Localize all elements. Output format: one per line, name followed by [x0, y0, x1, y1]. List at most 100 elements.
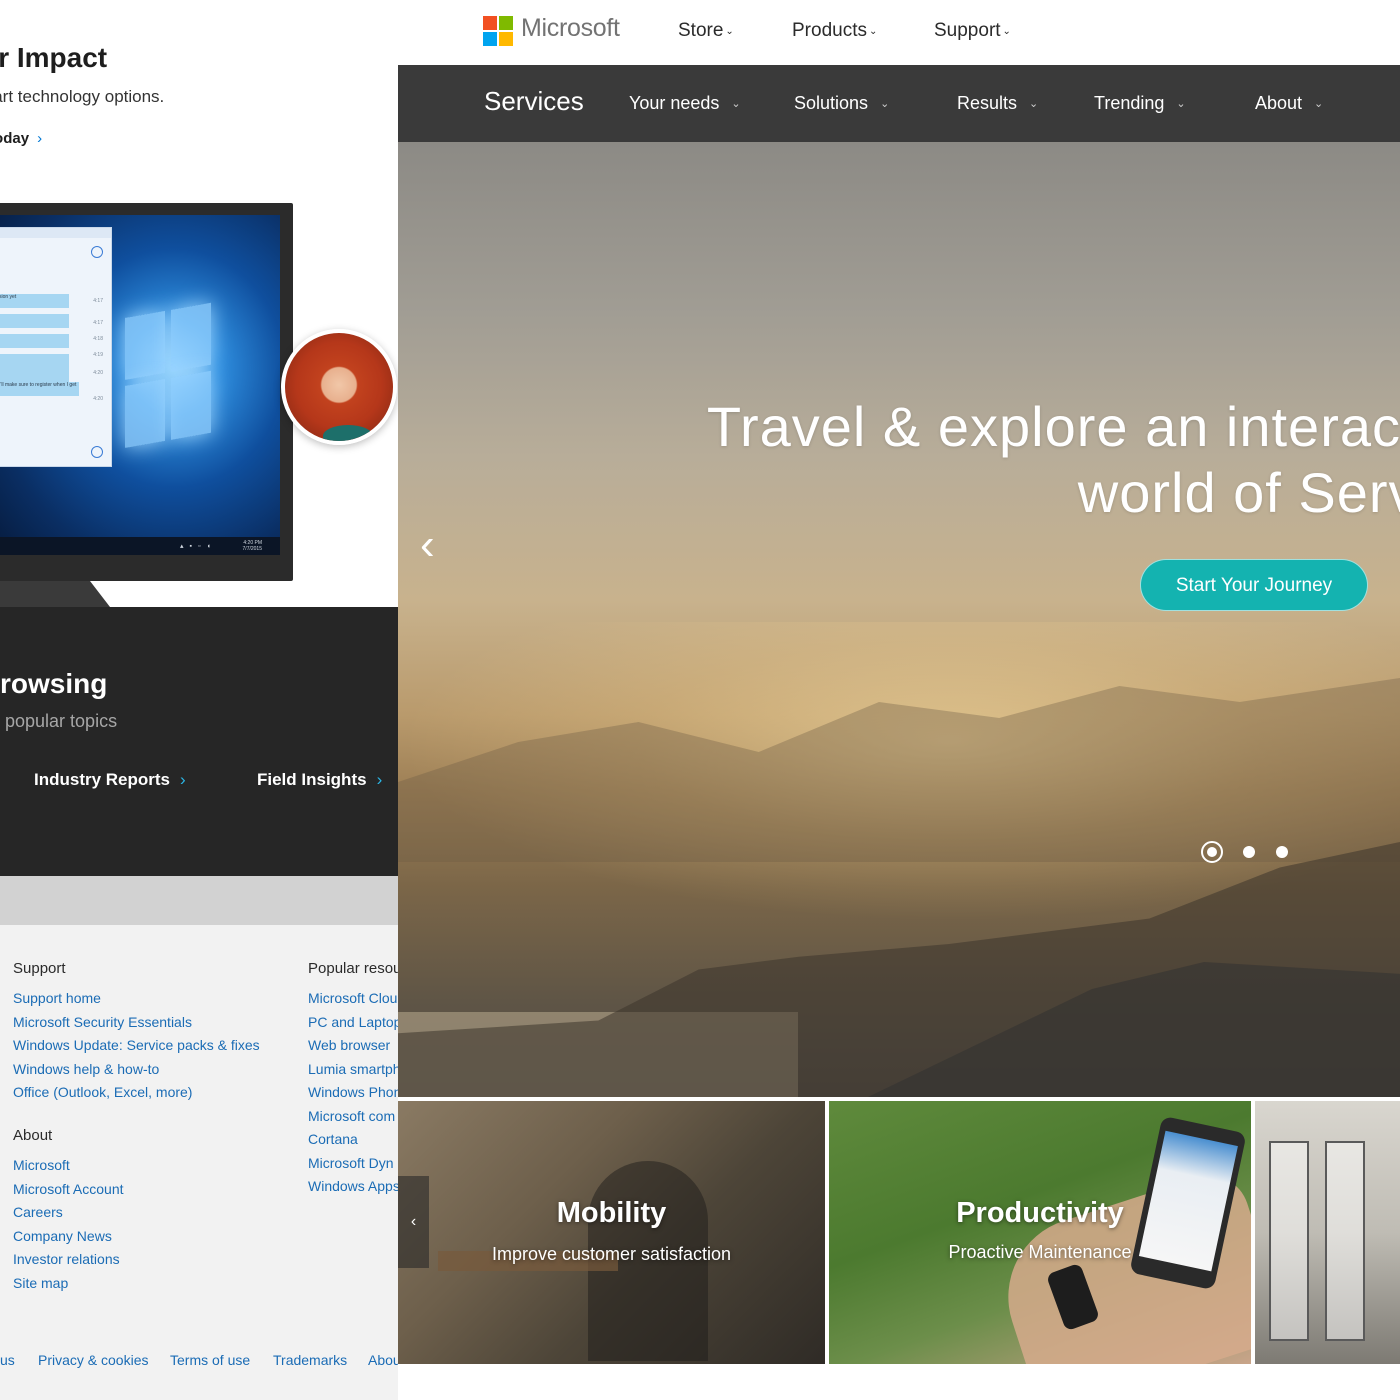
chat-time: 4:19 [93, 352, 103, 358]
footer-link[interactable]: Web browser [308, 1034, 398, 1058]
footer-heading-support: Support [13, 960, 66, 977]
chat-message [0, 354, 69, 368]
tiles-prev-button[interactable]: ‹ [398, 1176, 429, 1268]
taskbar-clock: 4:20 PM 7/7/2015 [242, 540, 262, 552]
footer-bottom-link[interactable]: Privacy & cookies [38, 1352, 148, 1368]
footer-link[interactable]: Windows Phon [308, 1081, 398, 1105]
impact-title: our Impact [0, 42, 108, 73]
chevron-down-icon: ⌄ [880, 98, 890, 110]
chat-time: 4:20 [93, 370, 103, 376]
footer-bottom-link[interactable]: us [0, 1352, 15, 1368]
nav-support[interactable]: Support ⌄ [934, 20, 1011, 42]
windows-logo-icon [125, 302, 215, 458]
chevron-left-icon[interactable]: ‹ [420, 520, 435, 570]
tile-mobility[interactable]: Mobility Improve customer satisfaction [398, 1101, 825, 1364]
footer-link[interactable]: Microsoft Security Essentials [13, 1011, 260, 1035]
nav-store[interactable]: Store ⌄ [678, 20, 734, 42]
carousel-dot[interactable] [1276, 846, 1288, 858]
footer-link[interactable]: Windows help & how-to [13, 1058, 260, 1082]
chat-time: 4:20 [93, 396, 103, 402]
services-nav-about[interactable]: About ⌄ [1255, 93, 1323, 114]
browse-section [0, 607, 398, 876]
services-nav-label: Trending [1094, 93, 1165, 113]
add-contact-icon [91, 246, 103, 258]
services-page: Microsoft Store ⌄ Products ⌄ Support ⌄ Serv… [398, 0, 1400, 1400]
footer-link[interactable]: Office (Outlook, Excel, more) [13, 1081, 260, 1105]
chevron-down-icon: ⌄ [868, 26, 878, 37]
tile-title: Mobility [556, 1197, 667, 1229]
nav-label: Products [792, 20, 867, 41]
chat-message: sion yet [0, 294, 69, 308]
tile-image-window [1325, 1141, 1365, 1341]
chevron-down-icon: ⌄ [1176, 98, 1186, 110]
footer-link[interactable]: Microsoft Clou [308, 987, 398, 1011]
footer-link[interactable]: Windows Update: Service packs & fixes [13, 1034, 260, 1058]
chevron-right-icon: › [37, 130, 43, 147]
chevron-down-icon: ⌄ [731, 98, 741, 110]
footer-bottom-link[interactable]: Abou [368, 1352, 398, 1368]
chevron-right-icon: › [180, 770, 186, 789]
chat-time: 4:17 [93, 298, 103, 304]
hero-headline-line: world of Servic [1077, 461, 1400, 524]
footer-link[interactable]: Microsoft Dyn [308, 1152, 398, 1176]
tile-subtitle: Proactive Maintenance [948, 1242, 1132, 1262]
tray-icons: ▴▪▫◖ [180, 543, 217, 550]
chat-window: sion yet I'll make sure to register when… [0, 227, 112, 467]
brand-name[interactable]: Microsoft [521, 14, 620, 43]
services-nav-bar: Services Your needs ⌄ Solutions ⌄ Results ⌄… [398, 65, 1400, 142]
topic-link-industry-reports[interactable]: Industry Reports › [34, 770, 186, 790]
services-nav-label: About [1255, 93, 1303, 113]
footer-link[interactable]: Windows Apps [308, 1175, 398, 1199]
tile-image-window [1269, 1141, 1309, 1341]
browse-title: rowsing [0, 668, 108, 699]
nav-label: Support [934, 20, 1001, 41]
footer-link[interactable]: Careers [13, 1201, 124, 1225]
windows-desktop-screen: sion yet I'll make sure to register when… [0, 215, 280, 555]
top-header: Microsoft Store ⌄ Products ⌄ Support ⌄ [398, 0, 1400, 65]
services-nav-trending[interactable]: Trending ⌄ [1094, 93, 1186, 114]
impact-link-label: Today [0, 130, 30, 147]
chevron-right-icon: › [376, 770, 383, 789]
carousel-dot-active[interactable] [1201, 841, 1223, 863]
tile-title: Productivity [956, 1197, 1124, 1229]
chat-message [0, 368, 69, 382]
taskbar: ▴▪▫◖ 4:20 PM 7/7/2015 [0, 537, 280, 555]
footer-bottom-link[interactable]: Trademarks [273, 1352, 347, 1368]
footer-link[interactable]: Company News [13, 1225, 124, 1249]
footer-link[interactable]: Investor relations [13, 1248, 124, 1272]
services-nav-label: Your needs [629, 93, 720, 113]
browse-subtitle: r popular topics [0, 711, 118, 731]
impact-subtitle: start technology options. [0, 87, 165, 106]
topic-link-field-insights[interactable]: Field Insights › [257, 770, 382, 790]
chat-message [0, 314, 69, 328]
services-nav-your-needs[interactable]: Your needs ⌄ [629, 93, 741, 114]
footer-popular-links: Microsoft Clou PC and Laptop Web browser… [308, 987, 398, 1199]
footer-link[interactable]: Microsoft [13, 1154, 124, 1178]
tile-productivity[interactable]: Productivity Proactive Maintenance [829, 1101, 1251, 1364]
start-journey-button[interactable]: Start Your Journey [1140, 559, 1368, 611]
footer-link[interactable]: Cortana [308, 1128, 398, 1152]
services-nav-results[interactable]: Results ⌄ [957, 93, 1038, 114]
topic-link-label: Industry Reports [34, 770, 171, 789]
chevron-down-icon: ⌄ [1314, 98, 1324, 110]
tile-office[interactable] [1255, 1101, 1400, 1364]
carousel-dot[interactable] [1243, 846, 1255, 858]
hero-carousel: Travel & explore an interactiv world of … [398, 142, 1400, 1097]
services-title[interactable]: Services [484, 86, 584, 117]
footer-link[interactable]: Support home [13, 987, 260, 1011]
chevron-down-icon: ⌄ [1029, 98, 1039, 110]
footer-link[interactable]: Lumia smartph [308, 1058, 398, 1082]
footer-bottom-link[interactable]: Terms of use [170, 1352, 250, 1368]
footer-heading-popular: Popular resou [308, 960, 398, 977]
microsoft-logo-icon[interactable] [483, 16, 514, 47]
impact-link[interactable]: Today › [0, 130, 42, 147]
footer-link[interactable]: Microsoft Account [13, 1178, 124, 1202]
chevron-down-icon: ⌄ [1002, 26, 1011, 37]
footer-link[interactable]: Site map [13, 1272, 124, 1296]
services-nav-solutions[interactable]: Solutions ⌄ [794, 93, 889, 114]
nav-products[interactable]: Products ⌄ [792, 20, 877, 42]
footer-link[interactable]: Microsoft com [308, 1105, 398, 1129]
footer-link[interactable]: PC and Laptop [308, 1011, 398, 1035]
topic-link-label: Field Insights [257, 770, 367, 789]
divider-band [0, 876, 398, 925]
